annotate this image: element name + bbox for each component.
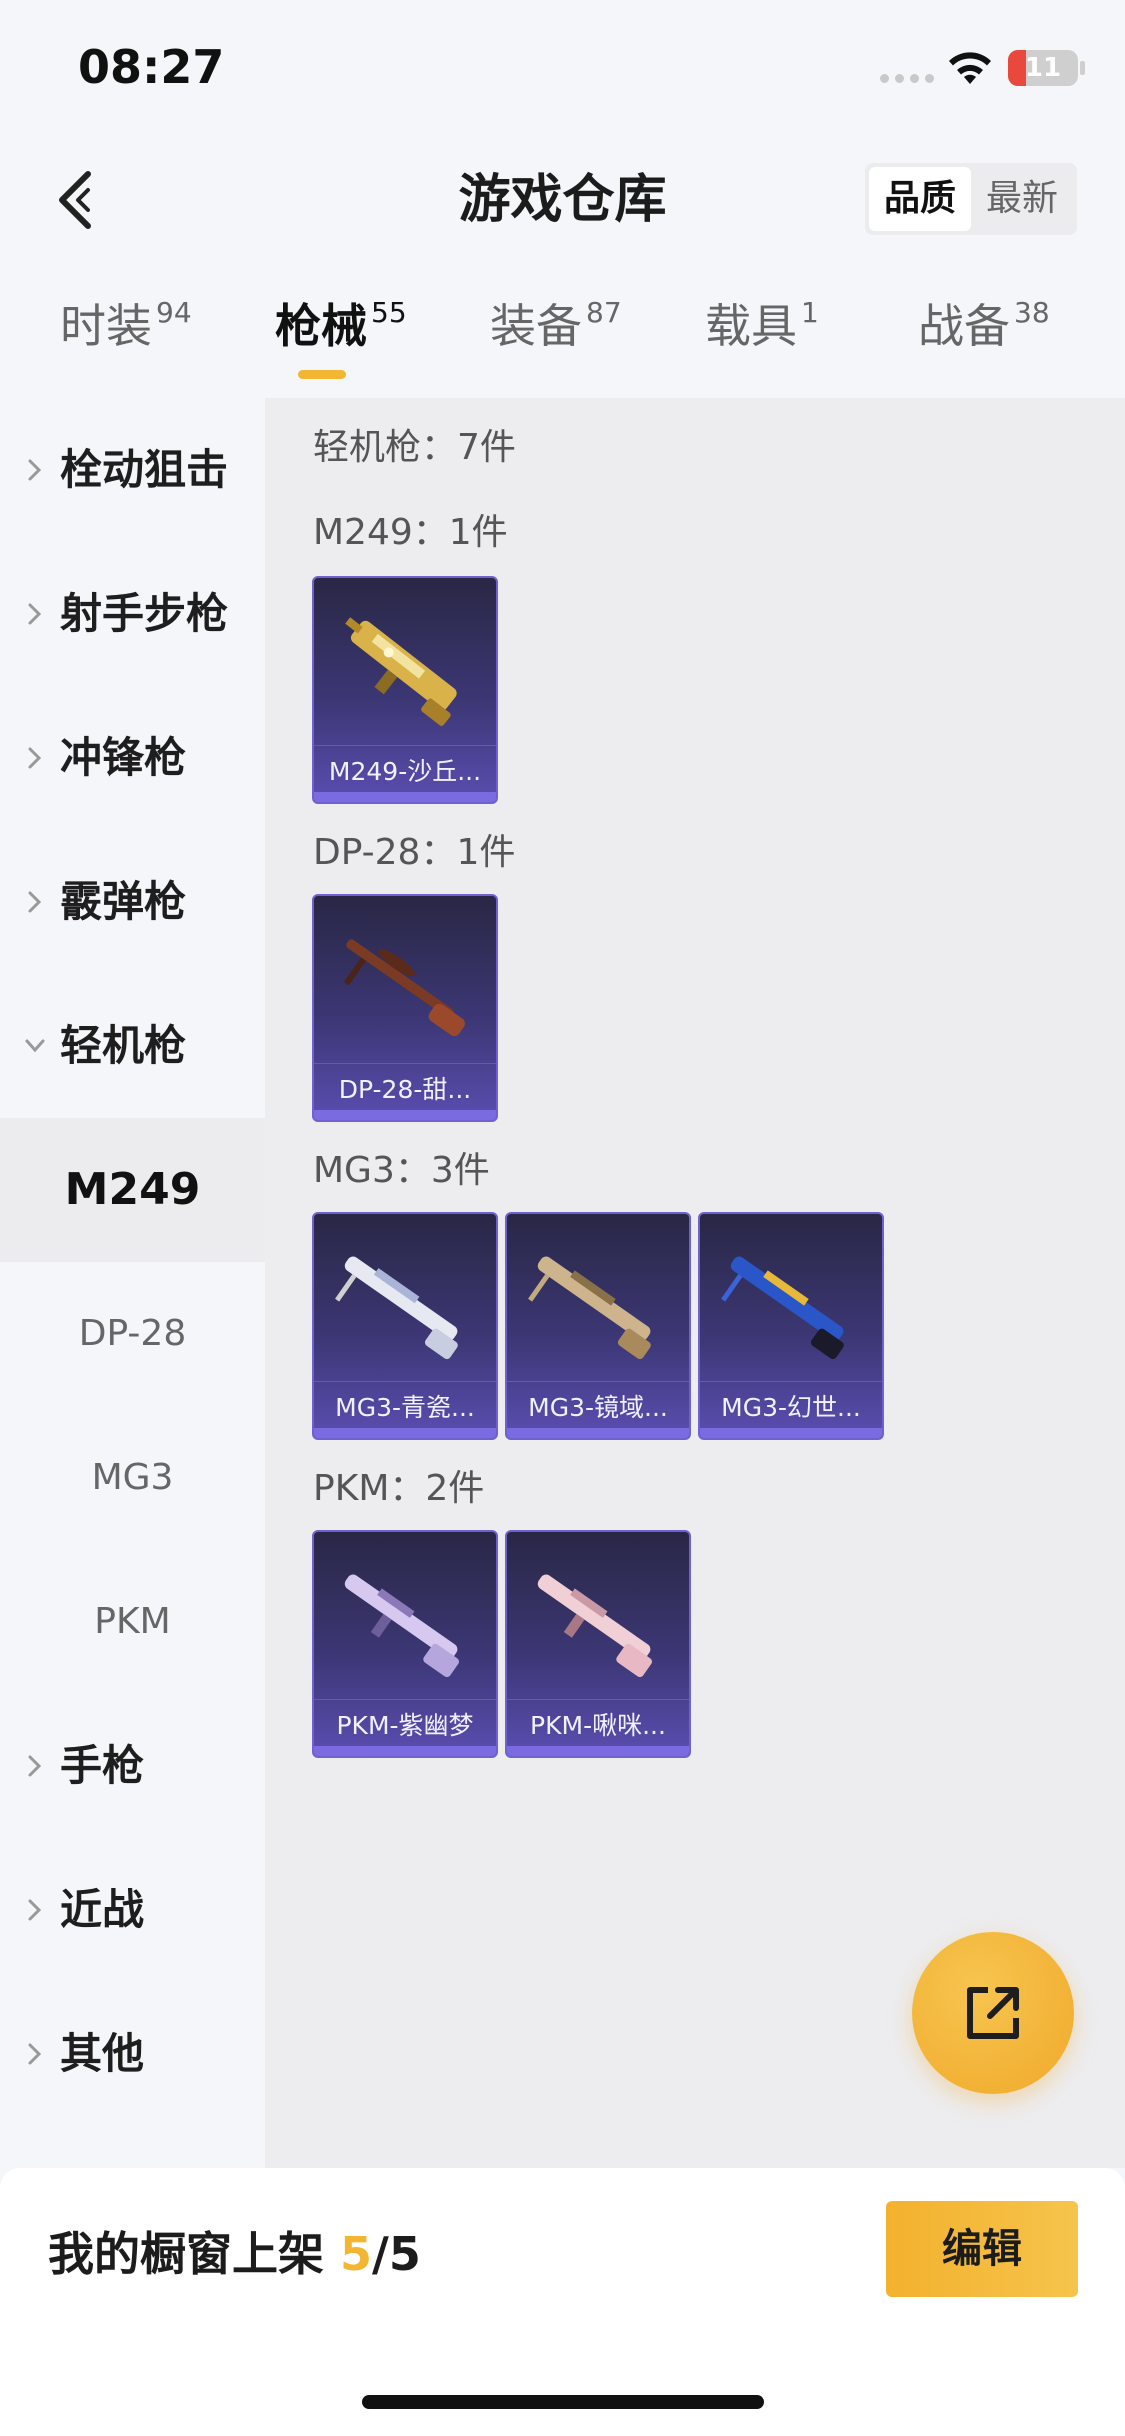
skin-card-name: MG3-青瓷... — [314, 1381, 496, 1424]
chevron-left-icon — [59, 171, 91, 229]
gold-lmg-skin-image — [345, 617, 457, 726]
tab-equipment[interactable]: 装备 87 — [490, 290, 622, 380]
sidebar-item-bolt-action-sniper[interactable]: 栓动狙击 — [0, 398, 265, 542]
tab-label: 装备 — [490, 299, 582, 353]
status-time: 08:27 — [78, 40, 225, 94]
skin-card[interactable]: M249-沙丘... — [312, 576, 498, 804]
battery-icon: 11 — [1008, 50, 1078, 86]
sidebar-item-marksman-rifle[interactable]: 射手步枪 — [0, 542, 265, 686]
sort-quality-button[interactable]: 品质 — [869, 167, 971, 231]
tab-label: 枪械 — [275, 299, 367, 353]
sort-newest-button[interactable]: 最新 — [971, 167, 1073, 231]
tab-label: 载具 — [705, 299, 797, 353]
status-bar: 08:27 11 — [0, 0, 1125, 140]
sidebar-subitem-mg3[interactable]: MG3 — [0, 1406, 265, 1550]
skin-card[interactable]: MG3-青瓷... — [312, 1212, 498, 1440]
sidebar-item-other[interactable]: 其他 — [0, 1982, 265, 2126]
sidebar-item-label: 手枪 — [60, 1741, 145, 1790]
showcase-status: 我的橱窗上架 5/5 — [48, 2218, 421, 2284]
skin-card-name: DP-28-甜... — [314, 1063, 496, 1106]
tab-supplies[interactable]: 战备 38 — [918, 290, 1050, 380]
skin-card[interactable]: PKM-啾咪... — [505, 1530, 691, 1758]
sidebar-item-label: 其他 — [60, 2029, 145, 2078]
skin-card-name: PKM-啾咪... — [507, 1699, 689, 1742]
sidebar-item-label: 轻机枪 — [60, 1021, 187, 1070]
showcase-total: 5 — [388, 2227, 421, 2281]
sidebar-item-smg[interactable]: 冲锋枪 — [0, 686, 265, 830]
group-title-dp28: DP-28：1件 — [313, 832, 516, 873]
active-tab-indicator — [298, 370, 346, 379]
skin-card-name: MG3-幻世... — [700, 1381, 882, 1424]
chevron-right-icon — [28, 1899, 42, 1921]
blue-lmg-skin-image — [721, 1256, 844, 1360]
sidebar-item-lmg[interactable]: 轻机枪 — [0, 974, 265, 1118]
tab-count: 38 — [1014, 296, 1050, 329]
chevron-right-icon — [28, 747, 42, 769]
chevron-right-icon — [28, 2043, 42, 2065]
sidebar-item-shotgun[interactable]: 霰弹枪 — [0, 830, 265, 974]
sidebar-item-label: 近战 — [60, 1885, 145, 1934]
sidebar-subitem-m249[interactable]: M249 — [0, 1118, 265, 1262]
battery-level-text: 11 — [1024, 53, 1062, 83]
pink-lmg-skin-image — [537, 1574, 652, 1678]
tab-label: 时装 — [60, 299, 152, 353]
back-button[interactable] — [50, 160, 110, 240]
cellular-signal-icon — [880, 74, 936, 84]
brown-lmg-skin-image — [343, 939, 465, 1037]
group-title-mg3: MG3：3件 — [313, 1150, 490, 1191]
white-lmg-skin-image — [335, 1256, 458, 1360]
group-title-pkm: PKM：2件 — [313, 1468, 485, 1509]
chevron-right-icon — [28, 459, 42, 481]
home-indicator[interactable] — [362, 2395, 764, 2409]
category-heading: 轻机枪：7件 — [313, 427, 516, 468]
beige-lmg-skin-image — [528, 1256, 651, 1360]
tab-weapons[interactable]: 枪械 55 — [275, 290, 407, 380]
sidebar-subitem-dp28[interactable]: DP-28 — [0, 1262, 265, 1406]
group-title-m249: M249：1件 — [313, 512, 508, 553]
tab-fashion[interactable]: 时装 94 — [60, 290, 192, 380]
sidebar-item-pistol[interactable]: 手枪 — [0, 1694, 265, 1838]
wifi-icon — [949, 52, 991, 84]
tab-count: 87 — [586, 296, 622, 329]
sidebar-item-label: 霰弹枪 — [60, 877, 187, 926]
showcase-current: 5 — [340, 2227, 373, 2281]
tab-vehicles[interactable]: 载具 1 — [705, 290, 819, 380]
tab-count: 94 — [156, 296, 192, 329]
edit-button[interactable]: 编辑 — [886, 2201, 1078, 2297]
tab-label: 战备 — [918, 299, 1010, 353]
battery-nub — [1080, 61, 1085, 75]
sort-toggle: 品质 最新 — [865, 163, 1077, 235]
category-tabs: 时装 94 枪械 55 装备 87 载具 1 战备 38 — [0, 290, 1125, 390]
skin-card[interactable]: DP-28-甜... — [312, 894, 498, 1122]
chevron-right-icon — [28, 891, 42, 913]
skin-card-name: MG3-镜域... — [507, 1381, 689, 1424]
chevron-down-icon — [25, 1039, 45, 1053]
sidebar-item-melee[interactable]: 近战 — [0, 1838, 265, 1982]
sidebar-item-label: 栓动狙击 — [60, 445, 229, 494]
inventory-content: 轻机枪：7件 M249：1件 M249-沙丘... DP-28：1件 DP-28… — [265, 398, 1125, 2168]
skin-card-name: PKM-紫幽梦 — [314, 1699, 496, 1742]
share-button[interactable] — [912, 1932, 1074, 2094]
chevron-right-icon — [28, 1755, 42, 1777]
skin-card[interactable]: MG3-幻世... — [698, 1212, 884, 1440]
tab-count: 55 — [371, 296, 407, 329]
sidebar-item-label: 射手步枪 — [60, 589, 229, 638]
sidebar-subitem-pkm[interactable]: PKM — [0, 1550, 265, 1694]
skin-card[interactable]: MG3-镜域... — [505, 1212, 691, 1440]
lavender-lmg-skin-image — [344, 1574, 459, 1678]
sidebar-item-label: 冲锋枪 — [60, 733, 187, 782]
chevron-right-icon — [28, 603, 42, 625]
skin-card-name: M249-沙丘... — [314, 745, 496, 788]
sidebar: 栓动狙击 射手步枪 冲锋枪 霰弹枪 轻机枪 M249 DP-28 MG3 PKM… — [0, 398, 265, 2168]
skin-card[interactable]: PKM-紫幽梦 — [312, 1530, 498, 1758]
showcase-label: 我的橱窗上架 — [48, 2227, 324, 2281]
showcase-separator: / — [372, 2227, 389, 2281]
share-icon — [967, 1987, 1019, 2039]
tab-count: 1 — [801, 296, 819, 329]
